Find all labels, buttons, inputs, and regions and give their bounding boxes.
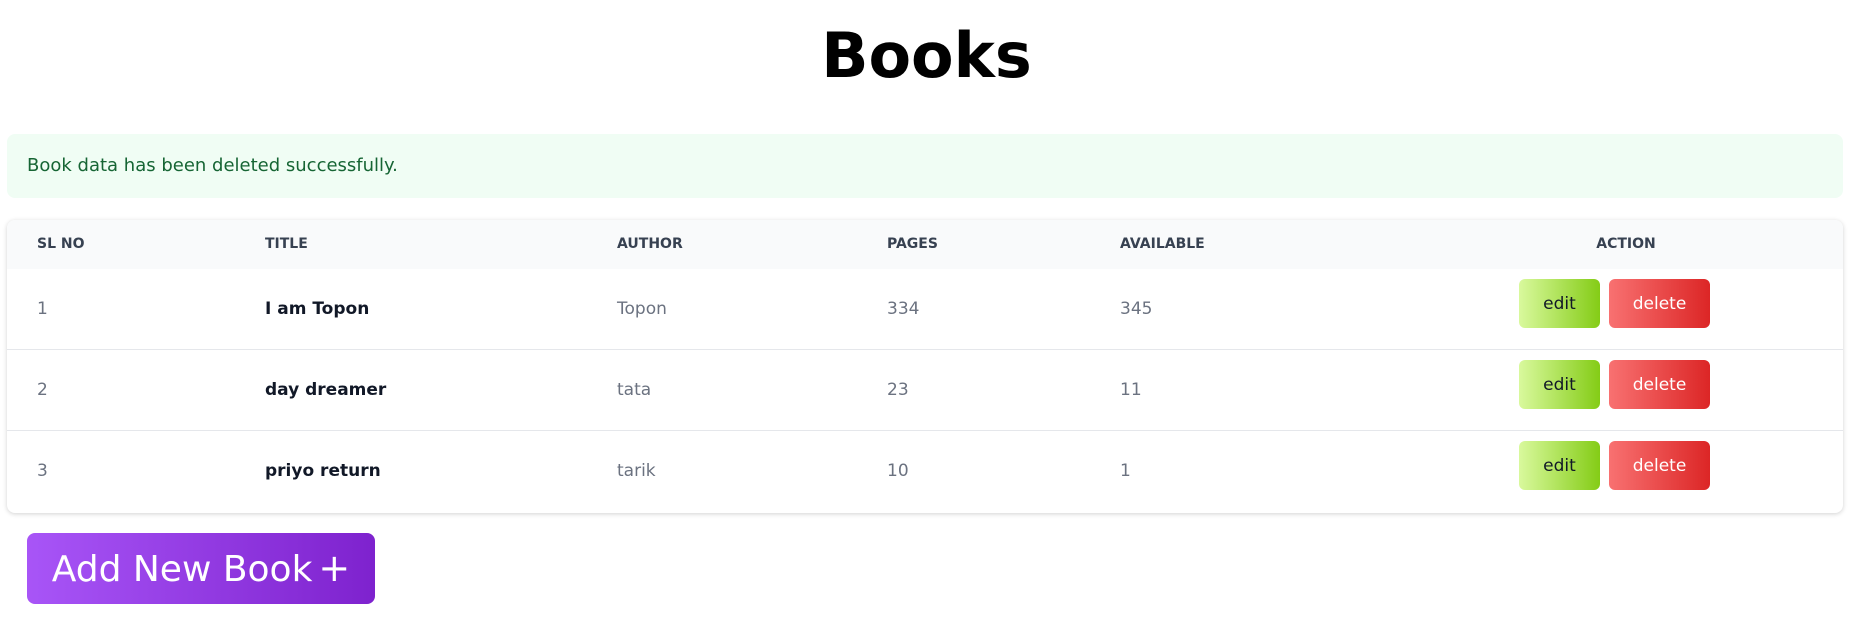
header-sl-no: SL NO [37, 236, 85, 252]
edit-button[interactable]: edit [1519, 279, 1600, 328]
header-action: ACTION [1596, 236, 1656, 252]
cell-title: priyo return [265, 461, 381, 481]
table-header: SL NO TITLE AUTHOR PAGES AVAILABLE ACTIO… [7, 220, 1843, 269]
delete-button[interactable]: delete [1609, 360, 1710, 409]
delete-button[interactable]: delete [1609, 279, 1710, 328]
cell-pages: 10 [887, 461, 909, 481]
success-alert: Book data has been deleted successfully. [7, 134, 1843, 198]
books-table: SL NO TITLE AUTHOR PAGES AVAILABLE ACTIO… [7, 220, 1843, 513]
cell-sl-no: 1 [37, 299, 48, 319]
edit-button[interactable]: edit [1519, 441, 1600, 490]
cell-available: 11 [1120, 380, 1142, 400]
header-title: TITLE [265, 236, 308, 252]
header-author: AUTHOR [617, 236, 683, 252]
cell-author: Topon [617, 299, 667, 319]
table-row: 1 I am Topon Topon 334 345 edit delete [7, 269, 1843, 350]
cell-title: day dreamer [265, 380, 387, 400]
cell-author: tarik [617, 461, 656, 481]
page-title: Books [821, 19, 1032, 92]
books-page: Books Book data has been deleted success… [0, 0, 1853, 637]
edit-button[interactable]: edit [1519, 360, 1600, 409]
cell-title: I am Topon [265, 299, 370, 319]
header-available: AVAILABLE [1120, 236, 1205, 252]
cell-available: 1 [1120, 461, 1131, 481]
table-row: 2 day dreamer tata 23 11 edit delete [7, 350, 1843, 431]
add-new-book-button[interactable]: Add New Book + [27, 533, 375, 604]
alert-message: Book data has been deleted successfully. [27, 155, 398, 176]
cell-available: 345 [1120, 299, 1153, 319]
cell-sl-no: 3 [37, 461, 48, 481]
cell-pages: 23 [887, 380, 909, 400]
add-new-book-label: Add New Book [51, 549, 313, 590]
cell-sl-no: 2 [37, 380, 48, 400]
table-row: 3 priyo return tarik 10 1 edit delete [7, 431, 1843, 512]
plus-icon: + [318, 546, 351, 590]
cell-author: tata [617, 380, 652, 400]
header-pages: PAGES [887, 236, 938, 252]
delete-button[interactable]: delete [1609, 441, 1710, 490]
cell-pages: 334 [887, 299, 920, 319]
